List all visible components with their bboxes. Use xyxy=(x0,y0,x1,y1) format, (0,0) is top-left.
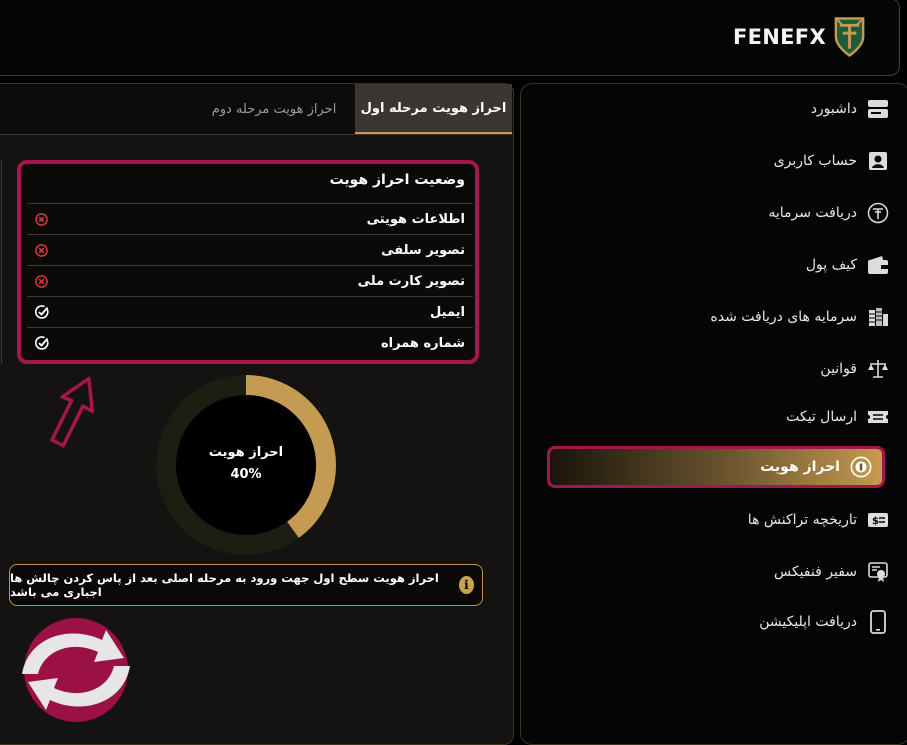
verification-progress: احراز هویت 40% xyxy=(155,374,337,556)
incomplete-x-icon xyxy=(35,274,48,288)
verification-tabs: احراز هویت مرحله اول احراز هویت مرحله دو… xyxy=(0,84,513,135)
dashboard-icon xyxy=(867,98,889,120)
status-row-identity-info: اطلاعات هویتی xyxy=(27,203,473,234)
sidebar-item-capital[interactable]: دریافت سرمایه xyxy=(549,195,889,231)
status-row-label: تصویر کارت ملی xyxy=(357,273,465,289)
sidebar-item-label: قوانین xyxy=(820,361,857,377)
progress-title: احراز هویت xyxy=(208,445,284,460)
info-notice: i احراز هویت سطح اول جهت ورود به مرحله ا… xyxy=(9,564,483,606)
tab-first-stage[interactable]: احراز هویت مرحله اول xyxy=(355,84,512,134)
transaction-history-icon: $ xyxy=(867,509,889,531)
sidebar: داشبورد حساب کاربری دریافت سرمایه کیف پو… xyxy=(520,83,907,745)
sidebar-item-transaction-history[interactable]: $ تاریخچه تراکنش ها xyxy=(549,502,889,538)
sidebar-item-user-account[interactable]: حساب کاربری xyxy=(549,143,889,179)
status-row-national-card: تصویر کارت ملی xyxy=(27,265,473,296)
sidebar-item-rules[interactable]: قوانین xyxy=(549,351,889,387)
fenefx-shield-icon xyxy=(834,17,865,57)
ambassador-icon xyxy=(867,561,889,583)
progress-label: احراز هویت 40% xyxy=(155,442,337,486)
pointer-arrow-icon xyxy=(50,376,95,448)
status-row-label: شماره همراه xyxy=(380,335,465,351)
sidebar-item-label: احراز هویت xyxy=(760,459,840,475)
info-notice-text: احراز هویت سطح اول جهت ورود به مرحله اصل… xyxy=(10,571,439,599)
capital-coin-icon xyxy=(867,202,889,224)
sidebar-item-identity-verification[interactable]: احراز هویت xyxy=(547,446,885,488)
complete-check-icon xyxy=(35,305,49,319)
mobile-app-icon xyxy=(867,610,889,634)
user-account-icon xyxy=(867,150,889,172)
status-row-label: ایمیل xyxy=(430,304,465,320)
verification-status-card: وضعیت احراز هویت اطلاعات هویتی تصویر سلف… xyxy=(17,160,479,364)
sidebar-item-label: کیف پول xyxy=(805,257,857,273)
sidebar-item-ambassador[interactable]: سفیر فنفیکس xyxy=(549,554,889,590)
sidebar-item-label: دریافت اپلیکیشن xyxy=(759,614,857,630)
identity-verify-icon xyxy=(850,456,872,478)
incomplete-x-icon xyxy=(35,243,48,257)
status-row-mobile: شماره همراه xyxy=(27,327,473,358)
sidebar-item-label: حساب کاربری xyxy=(773,153,857,169)
sidebar-item-label: سرمایه های دریافت شده xyxy=(710,309,857,325)
status-title: وضعیت احراز هویت xyxy=(329,172,465,188)
sidebar-item-received-capital[interactable]: سرمایه های دریافت شده xyxy=(549,299,889,335)
svg-text:$: $ xyxy=(872,516,879,527)
info-icon: i xyxy=(458,576,474,594)
sidebar-item-label: داشبورد xyxy=(810,101,857,117)
sidebar-item-dashboard[interactable]: داشبورد xyxy=(549,91,889,127)
complete-check-icon xyxy=(35,336,49,350)
tab-second-stage[interactable]: احراز هویت مرحله دوم xyxy=(195,84,353,134)
status-row-label: اطلاعات هویتی xyxy=(366,211,465,227)
sidebar-item-label: سفیر فنفیکس xyxy=(773,564,857,580)
sidebar-item-wallet[interactable]: کیف پول xyxy=(549,247,889,283)
status-row-label: تصویر سلفی xyxy=(381,242,465,258)
panel-divider xyxy=(1,160,5,364)
sidebar-item-send-ticket[interactable]: ارسال تیکت xyxy=(549,399,889,435)
ticket-icon xyxy=(867,406,889,428)
received-capital-icon xyxy=(867,306,889,328)
sidebar-item-label: تاریخچه تراکنش ها xyxy=(747,512,857,528)
sidebar-item-get-app[interactable]: دریافت اپلیکیشن xyxy=(549,604,889,640)
refresh-emblem-icon xyxy=(22,618,130,722)
incomplete-x-icon xyxy=(35,212,48,226)
progress-percent: 40% xyxy=(230,467,262,482)
wallet-icon xyxy=(867,254,889,276)
status-row-email: ایمیل xyxy=(27,296,473,327)
status-row-selfie: تصویر سلفی xyxy=(27,234,473,265)
brand-logo[interactable]: FENEFX xyxy=(733,15,867,59)
sidebar-item-label: ارسال تیکت xyxy=(786,409,857,425)
brand-name: FENEFX xyxy=(733,25,826,49)
top-bar: FENEFX xyxy=(0,0,900,76)
sidebar-item-label: دریافت سرمایه xyxy=(768,205,857,221)
scales-icon xyxy=(867,358,889,380)
